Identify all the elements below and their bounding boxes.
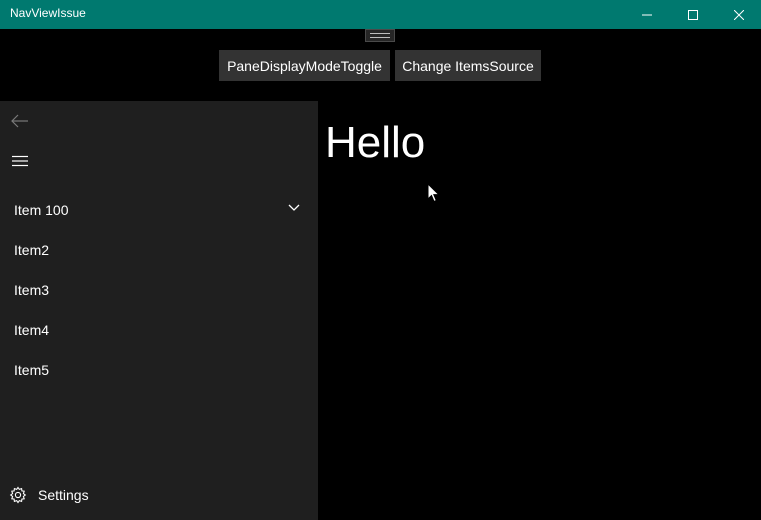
change-items-source-button[interactable]: Change ItemsSource xyxy=(395,50,541,81)
settings-label: Settings xyxy=(38,487,89,503)
nav-item-item100[interactable]: Item 100 xyxy=(0,190,318,230)
nav-item-item2[interactable]: Item2 xyxy=(0,230,318,270)
nav-item-label: Item 100 xyxy=(14,202,69,218)
nav-item-label: Item4 xyxy=(14,322,50,338)
minimize-icon xyxy=(642,14,652,15)
nav-item-item4[interactable]: Item4 xyxy=(0,310,318,350)
maximize-button[interactable] xyxy=(670,0,716,29)
nav-item-item5[interactable]: Item5 xyxy=(0,350,318,390)
maximize-icon xyxy=(688,9,698,20)
title-bar[interactable]: NavViewIssue xyxy=(0,0,761,29)
close-button[interactable] xyxy=(716,0,761,29)
content-heading: Hello xyxy=(325,118,426,167)
close-icon xyxy=(734,9,744,20)
mouse-cursor-icon xyxy=(427,183,441,203)
drag-handle-icon xyxy=(370,33,390,38)
gear-icon xyxy=(9,486,27,504)
back-button[interactable] xyxy=(0,101,40,141)
nav-item-item3[interactable]: Item3 xyxy=(0,270,318,310)
minimize-button[interactable] xyxy=(624,0,670,29)
pane-display-mode-toggle-button[interactable]: PaneDisplayModeToggle xyxy=(219,50,390,81)
drag-handle[interactable] xyxy=(365,29,395,42)
nav-item-label: Item5 xyxy=(14,362,50,378)
chevron-down-icon[interactable] xyxy=(288,204,300,212)
back-arrow-icon xyxy=(11,114,28,128)
app-window: NavViewIssue PaneDisplayModeToggle Chang… xyxy=(0,0,761,520)
navigation-pane: Item 100 Item2 Item3 Item4 Item5 Setting… xyxy=(0,101,318,520)
hamburger-menu-icon xyxy=(12,155,28,167)
hamburger-menu-button[interactable] xyxy=(0,141,40,181)
nav-item-label: Item2 xyxy=(14,242,50,258)
window-title: NavViewIssue xyxy=(10,6,86,20)
nav-item-label: Item3 xyxy=(14,282,50,298)
nav-item-settings[interactable]: Settings xyxy=(0,474,318,514)
